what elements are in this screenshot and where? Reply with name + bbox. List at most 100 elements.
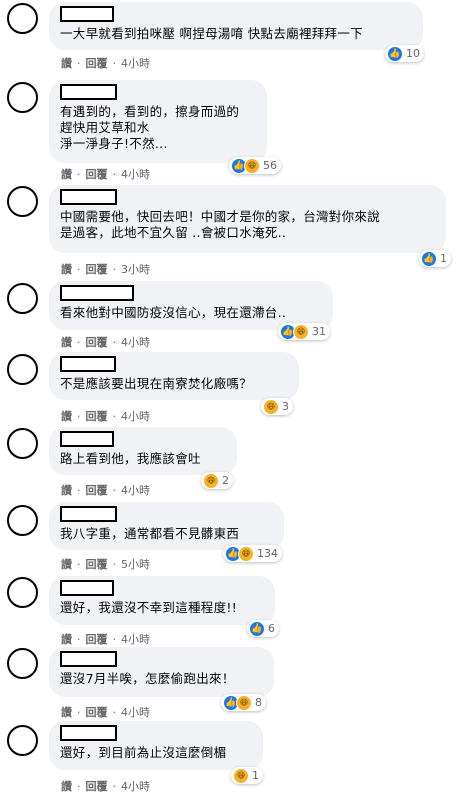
reply-button[interactable]: 回覆 — [86, 261, 108, 277]
avatar[interactable] — [7, 186, 38, 217]
like-button[interactable]: 讚 — [61, 556, 72, 572]
timestamp[interactable]: 4小時 — [121, 334, 150, 350]
separator: · — [112, 335, 117, 349]
comment-actions: 讚 · 回覆 · 4小時 — [61, 704, 150, 720]
separator: · — [77, 167, 81, 181]
haha-icon: 😆 — [203, 472, 219, 489]
reply-button[interactable]: 回覆 — [86, 556, 108, 572]
reaction-count: 8 — [255, 696, 262, 709]
like-button[interactable]: 讚 — [61, 166, 72, 182]
reply-button[interactable]: 回覆 — [86, 631, 108, 647]
like-button[interactable]: 讚 — [61, 482, 72, 498]
redacted-name[interactable] — [60, 285, 134, 301]
like-button[interactable]: 讚 — [61, 55, 72, 71]
separator: · — [77, 705, 81, 719]
redacted-name[interactable] — [60, 725, 117, 741]
timestamp[interactable]: 5小時 — [121, 556, 150, 572]
redacted-name[interactable] — [60, 431, 114, 447]
like-icon: 👍 — [421, 250, 437, 267]
avatar[interactable] — [7, 82, 38, 113]
reaction-summary[interactable]: 👍 😆 56 — [229, 157, 281, 174]
reaction-summary[interactable]: 😆 3 — [261, 398, 293, 415]
separator: · — [77, 56, 81, 70]
comment-text: 有遇到的，看到的，擦身而過的 趕快用艾草和水 淨一淨身子!不然... — [60, 104, 240, 151]
separator: · — [112, 56, 117, 70]
timestamp[interactable]: 4小時 — [121, 408, 150, 424]
reaction-count: 10 — [406, 47, 420, 60]
haha-icon: 😆 — [236, 694, 252, 711]
separator: · — [112, 632, 117, 646]
separator: · — [77, 557, 81, 571]
avatar[interactable] — [7, 648, 38, 679]
reply-button[interactable]: 回覆 — [86, 778, 108, 794]
separator: · — [77, 335, 81, 349]
reaction-count: 134 — [257, 547, 278, 560]
reaction-count: 3 — [282, 400, 289, 413]
separator: · — [77, 632, 81, 646]
reply-button[interactable]: 回覆 — [86, 704, 108, 720]
timestamp[interactable]: 4小時 — [121, 166, 150, 182]
separator: · — [77, 262, 81, 276]
like-button[interactable]: 讚 — [61, 704, 72, 720]
redacted-name[interactable] — [60, 506, 117, 522]
timestamp[interactable]: 4小時 — [121, 631, 150, 647]
avatar[interactable] — [7, 428, 38, 459]
reply-button[interactable]: 回覆 — [86, 334, 108, 350]
like-button[interactable]: 讚 — [61, 261, 72, 277]
timestamp[interactable]: 4小時 — [121, 55, 150, 71]
comment-bubble: 中國需要他，快回去吧！中國才是你的家，台灣對你來說 是過客，此地不宜久留 ..會… — [49, 185, 446, 253]
reply-button[interactable]: 回覆 — [86, 482, 108, 498]
reaction-summary[interactable]: 😆 1 — [231, 767, 263, 784]
like-button[interactable]: 讚 — [61, 408, 72, 424]
avatar[interactable] — [7, 577, 38, 608]
like-button[interactable]: 讚 — [61, 778, 72, 794]
reaction-summary[interactable]: 😆 2 — [201, 472, 233, 489]
haha-icon: 😆 — [238, 545, 254, 562]
redacted-name[interactable] — [60, 189, 117, 205]
comment-bubble: 一大早就看到拍咪壓 啊捏母湯唷 快點去廟裡拜拜一下 — [49, 2, 423, 50]
avatar[interactable] — [7, 354, 38, 385]
reaction-summary[interactable]: 👍 10 — [385, 45, 424, 62]
comment-text: 不是應該要出現在南寮焚化廠嗎？ — [60, 376, 253, 391]
comment-text: 中國需要他，快回去吧！中國才是你的家，台灣對你來說 是過客，此地不宜久留 ..會… — [60, 209, 381, 240]
comment-bubble: 有遇到的，看到的，擦身而過的 趕快用艾草和水 淨一淨身子!不然... — [49, 80, 267, 163]
comment-bubble: 我八字重，通常都看不見髒東西 — [49, 502, 284, 550]
comment-text: 我八字重，通常都看不見髒東西 — [60, 526, 240, 541]
comment-actions: 讚 · 回覆 · 5小時 — [61, 556, 150, 572]
redacted-name[interactable] — [60, 84, 117, 100]
comment-text: 看來他對中國防疫沒信心，現在還滯台.. — [60, 305, 287, 320]
reaction-summary[interactable]: 👍 😆 134 — [223, 545, 282, 562]
redacted-name[interactable] — [60, 356, 116, 372]
comment-text: 一大早就看到拍咪壓 啊捏母湯唷 快點去廟裡拜拜一下 — [60, 26, 363, 41]
like-button[interactable]: 讚 — [61, 631, 72, 647]
avatar[interactable] — [7, 505, 38, 536]
redacted-name[interactable] — [60, 6, 114, 22]
reaction-count: 2 — [222, 474, 229, 487]
avatar[interactable] — [7, 725, 38, 756]
reply-button[interactable]: 回覆 — [86, 408, 108, 424]
timestamp[interactable]: 4小時 — [121, 704, 150, 720]
comment-text: 還好，到目前為止沒這麼倒楣 — [60, 745, 227, 760]
reaction-summary[interactable]: 👍 1 — [419, 250, 451, 267]
reaction-count: 1 — [252, 769, 259, 782]
haha-icon: 😆 — [263, 398, 279, 415]
like-button[interactable]: 讚 — [61, 334, 72, 350]
timestamp[interactable]: 4小時 — [121, 778, 150, 794]
reaction-summary[interactable]: 👍 6 — [247, 620, 279, 637]
comment-text: 路上看到他，我應該會吐 — [60, 451, 201, 466]
haha-icon: 😆 — [233, 767, 249, 784]
reply-button[interactable]: 回覆 — [86, 55, 108, 71]
reaction-summary[interactable]: 👍 😆 8 — [221, 694, 266, 711]
reaction-summary[interactable]: 👍 😆 31 — [278, 323, 330, 340]
timestamp[interactable]: 3小時 — [121, 261, 150, 277]
redacted-name[interactable] — [60, 651, 117, 667]
reply-button[interactable]: 回覆 — [86, 166, 108, 182]
comment-bubble: 還好，到目前為止沒這麼倒楣 — [49, 721, 263, 770]
comment-actions: 讚 · 回覆 · 4小時 — [61, 482, 150, 498]
timestamp[interactable]: 4小時 — [121, 482, 150, 498]
like-icon: 👍 — [387, 45, 403, 62]
avatar[interactable] — [7, 283, 38, 314]
redacted-name[interactable] — [60, 580, 114, 596]
haha-icon: 😆 — [244, 157, 260, 174]
avatar[interactable] — [7, 3, 38, 34]
